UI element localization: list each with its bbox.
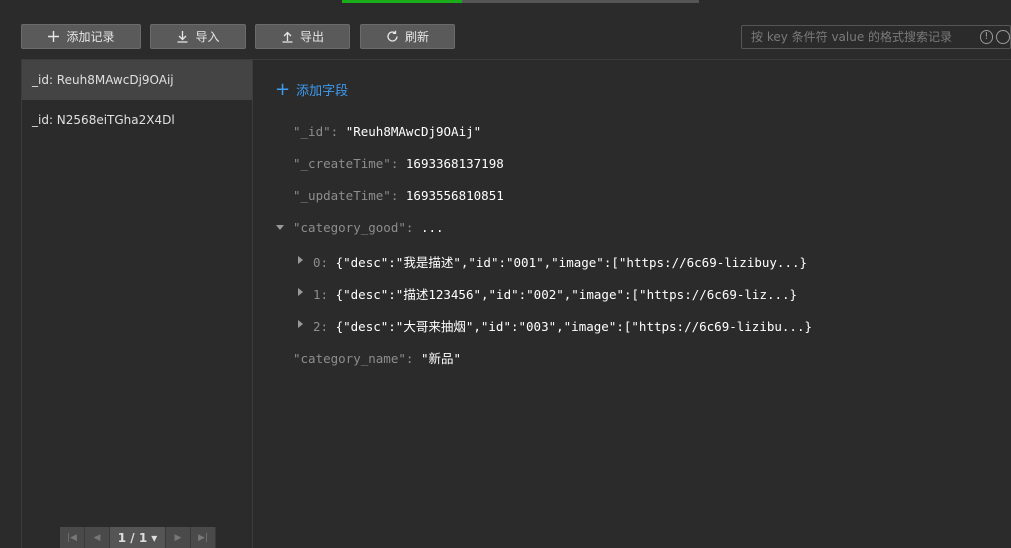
plus-icon [48,31,60,42]
last-page-icon[interactable]: ▶| [191,527,216,548]
record-list: _id: Reuh8MAwcDj9OAij _id: N2568eiTGha2X… [21,60,253,548]
field-key[interactable]: "category_name" [293,351,406,366]
array-value[interactable]: {"desc":"我是描述","id":"001","image":["http… [336,255,807,270]
clear-icon[interactable] [996,30,1010,44]
field-key[interactable]: "category_good" [293,220,406,235]
upload-icon [282,31,293,43]
add-field-label: 添加字段 [296,84,349,99]
refresh-label: 刷新 [404,30,429,44]
array-item-row: 1: {"desc":"描述123456","id":"002","image"… [313,284,797,303]
import-button[interactable]: 导入 [150,24,246,49]
page-selector[interactable]: 1 / 1 ▾ [110,527,166,548]
record-detail: + 添加字段 "_id": "Reuh8MAwcDj9OAij" "_creat… [254,60,1011,548]
page-indicator: 1 / 1 [117,530,148,545]
array-index: 1: [313,287,329,302]
chevron-down-icon: ▾ [151,530,158,545]
export-button[interactable]: 导出 [255,24,350,49]
expand-arrow-icon[interactable] [298,320,303,328]
add-field-button[interactable]: + 添加字段 [275,80,348,99]
field-row: "category_name": "新品" [293,351,462,366]
collapse-arrow-icon[interactable] [276,225,284,230]
export-label: 导出 [299,30,324,44]
field-row: "category_good": ... [293,220,444,235]
import-label: 导入 [195,30,220,44]
array-item-row: 2: {"desc":"大哥来抽烟","id":"003","image":["… [313,316,812,335]
info-icon[interactable]: ! [979,30,994,44]
search-box[interactable]: ! [741,25,1011,49]
array-value[interactable]: {"desc":"大哥来抽烟","id":"003","image":["htt… [336,319,812,334]
tab-indicator-active [342,0,462,3]
add-record-button[interactable]: 添加记录 [21,24,141,49]
record-item[interactable]: _id: Reuh8MAwcDj9OAij [22,60,252,100]
tab-indicator [342,0,699,3]
field-row: "_id": "Reuh8MAwcDj9OAij" [293,124,482,139]
field-key[interactable]: "_createTime" [293,156,391,171]
field-value[interactable]: ... [421,220,444,235]
refresh-button[interactable]: 刷新 [360,24,455,49]
prev-page-icon[interactable]: ◀ [85,527,110,548]
field-value[interactable]: 1693368137198 [406,156,504,171]
expand-arrow-icon[interactable] [298,288,303,296]
expand-arrow-icon[interactable] [298,256,303,264]
field-row: "_createTime": 1693368137198 [293,156,504,171]
pagination: |◀ ◀ 1 / 1 ▾ ▶ ▶| [60,527,216,548]
record-item[interactable]: _id: N2568eiTGha2X4Dl [22,100,252,140]
field-value[interactable]: "Reuh8MAwcDj9OAij" [346,124,481,139]
field-key[interactable]: "_id" [293,124,331,139]
next-page-icon[interactable]: ▶ [166,527,191,548]
array-item-row: 0: {"desc":"我是描述","id":"001","image":["h… [313,252,807,271]
refresh-icon [387,30,398,42]
array-index: 2: [313,319,329,334]
plus-icon: + [275,78,291,100]
field-row: "_updateTime": 1693556810851 [293,188,504,203]
array-index: 0: [313,255,329,270]
field-value[interactable]: "新品" [421,351,461,366]
first-page-icon[interactable]: |◀ [60,527,85,548]
field-value[interactable]: 1693556810851 [406,188,504,203]
field-key[interactable]: "_updateTime" [293,188,391,203]
add-record-label: 添加记录 [66,30,115,44]
search-input[interactable] [751,30,976,44]
array-value[interactable]: {"desc":"描述123456","id":"002","image":["… [336,287,798,302]
download-icon [177,31,188,43]
